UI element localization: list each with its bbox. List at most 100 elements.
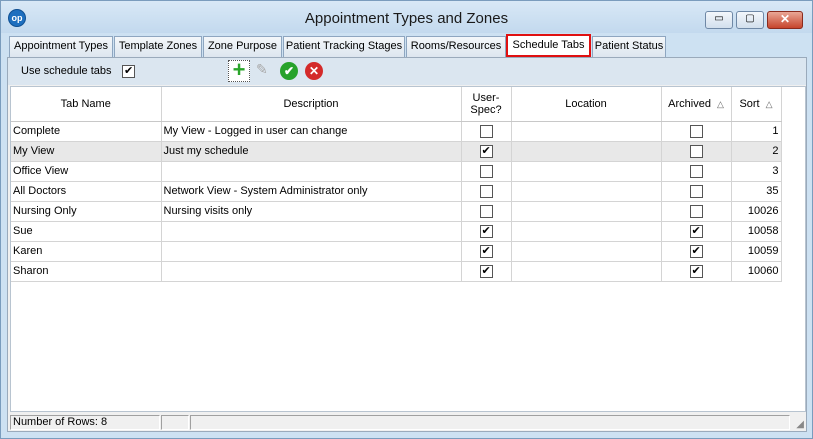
cell-tab-name[interactable]: Sue — [11, 221, 162, 242]
cell-archived[interactable] — [661, 241, 732, 262]
cell-location[interactable] — [511, 221, 662, 242]
cell-location[interactable] — [511, 161, 662, 182]
cell-sort[interactable]: 1 — [731, 121, 782, 142]
tab-patient-tracking-stages[interactable]: Patient Tracking Stages — [283, 36, 405, 57]
cell-location[interactable] — [511, 261, 662, 282]
table-row[interactable]: Sharon 10060 — [11, 261, 782, 282]
cell-user-spec[interactable] — [461, 221, 512, 242]
column-header-tab-name[interactable]: Tab Name — [11, 87, 162, 122]
archived-checkbox[interactable] — [689, 144, 703, 158]
cell-tab-name[interactable]: All Doctors — [11, 181, 162, 202]
status-bar: Number of Rows: 8 ◢ — [8, 414, 806, 431]
tab-patient-status[interactable]: Patient Status — [592, 36, 666, 57]
cell-location[interactable] — [511, 141, 662, 162]
archived-checkbox[interactable] — [689, 124, 703, 138]
archived-checkbox[interactable] — [689, 224, 703, 238]
column-header-label: Archived — [668, 97, 711, 110]
user-spec-checkbox[interactable] — [479, 184, 493, 198]
column-header-archived[interactable]: Archived △ — [661, 87, 732, 122]
column-header-user-spec[interactable]: User-Spec? — [461, 87, 512, 122]
table-row[interactable]: Sue 10058 — [11, 221, 782, 242]
column-header-description[interactable]: Description — [161, 87, 462, 122]
archived-checkbox[interactable] — [689, 244, 703, 258]
cell-tab-name[interactable]: Complete — [11, 121, 162, 142]
archived-checkbox[interactable] — [689, 184, 703, 198]
schedule-tabs-grid[interactable]: Tab Name Description User-Spec? Location… — [10, 86, 806, 412]
archived-checkbox[interactable] — [689, 204, 703, 218]
cell-user-spec[interactable] — [461, 121, 512, 142]
cell-tab-name[interactable]: Nursing Only — [11, 201, 162, 222]
column-header-location[interactable]: Location — [511, 87, 662, 122]
close-button[interactable]: ✕ — [767, 11, 803, 29]
cell-sort[interactable]: 3 — [731, 161, 782, 182]
user-spec-checkbox[interactable] — [479, 244, 493, 258]
user-spec-checkbox[interactable] — [479, 264, 493, 278]
cell-description[interactable]: Just my schedule — [161, 141, 462, 162]
edit-button[interactable]: ✎ — [253, 60, 275, 82]
table-row[interactable]: Nursing Only Nursing visits only 10026 — [11, 201, 782, 222]
table-row[interactable]: Karen 10059 — [11, 241, 782, 262]
cell-tab-name[interactable]: Karen — [11, 241, 162, 262]
cell-user-spec[interactable] — [461, 161, 512, 182]
user-spec-checkbox[interactable] — [479, 124, 493, 138]
user-spec-checkbox[interactable] — [479, 144, 493, 158]
cell-user-spec[interactable] — [461, 261, 512, 282]
add-button[interactable]: + — [228, 57, 250, 82]
title-bar[interactable]: op Appointment Types and Zones ▭ ▢ ✕ — [1, 1, 812, 33]
tab-schedule-tabs[interactable]: Schedule Tabs — [506, 34, 591, 57]
table-row[interactable]: My ViewJust my schedule 2 — [11, 141, 782, 162]
cell-archived[interactable] — [661, 161, 732, 182]
minimize-icon: ▭ — [714, 13, 724, 24]
user-spec-checkbox[interactable] — [479, 204, 493, 218]
cell-sort[interactable]: 2 — [731, 141, 782, 162]
cancel-button[interactable]: ✕ — [303, 60, 325, 82]
cell-description[interactable] — [161, 221, 462, 242]
cell-archived[interactable] — [661, 141, 732, 162]
cell-tab-name[interactable]: My View — [11, 141, 162, 162]
user-spec-checkbox[interactable] — [479, 164, 493, 178]
cell-user-spec[interactable] — [461, 241, 512, 262]
cell-sort[interactable]: 10060 — [731, 261, 782, 282]
maximize-button[interactable]: ▢ — [736, 11, 764, 29]
tab-zone-purpose[interactable]: Zone Purpose — [203, 36, 282, 57]
cell-description[interactable] — [161, 241, 462, 262]
cell-description[interactable] — [161, 161, 462, 182]
cell-description[interactable]: Network View - System Administrator only — [161, 181, 462, 202]
archived-checkbox[interactable] — [689, 264, 703, 278]
cell-sort[interactable]: 10026 — [731, 201, 782, 222]
cell-sort[interactable]: 10058 — [731, 221, 782, 242]
minimize-button[interactable]: ▭ — [705, 11, 733, 29]
table-row[interactable]: Office View 3 — [11, 161, 782, 182]
save-button[interactable]: ✔ — [278, 60, 300, 82]
cell-location[interactable] — [511, 201, 662, 222]
tab-appointment-types[interactable]: Appointment Types — [9, 36, 113, 57]
cell-user-spec[interactable] — [461, 141, 512, 162]
cell-tab-name[interactable]: Sharon — [11, 261, 162, 282]
cell-description[interactable] — [161, 261, 462, 282]
cell-sort[interactable]: 10059 — [731, 241, 782, 262]
cell-tab-name[interactable]: Office View — [11, 161, 162, 182]
cell-description[interactable]: Nursing visits only — [161, 201, 462, 222]
cell-archived[interactable] — [661, 221, 732, 242]
cell-archived[interactable] — [661, 121, 732, 142]
user-spec-checkbox[interactable] — [479, 224, 493, 238]
column-header-sort[interactable]: Sort △ — [731, 87, 782, 122]
archived-checkbox[interactable] — [689, 164, 703, 178]
cell-location[interactable] — [511, 241, 662, 262]
resize-grip-icon[interactable]: ◢ — [796, 419, 804, 430]
row-count-status: Number of Rows: 8 — [10, 415, 160, 430]
cell-location[interactable] — [511, 121, 662, 142]
cell-user-spec[interactable] — [461, 181, 512, 202]
cell-user-spec[interactable] — [461, 201, 512, 222]
cell-location[interactable] — [511, 181, 662, 202]
tab-rooms-resources[interactable]: Rooms/Resources — [406, 36, 506, 57]
table-row[interactable]: All Doctors Network View - System Adminis… — [11, 181, 782, 202]
cell-archived[interactable] — [661, 261, 732, 282]
table-row[interactable]: Complete My View - Logged in user can cha… — [11, 121, 782, 142]
tab-template-zones[interactable]: Template Zones — [114, 36, 202, 57]
cell-archived[interactable] — [661, 181, 732, 202]
cell-description[interactable]: My View - Logged in user can change — [161, 121, 462, 142]
cell-archived[interactable] — [661, 201, 732, 222]
use-schedule-tabs-checkbox[interactable] — [122, 64, 135, 78]
cell-sort[interactable]: 35 — [731, 181, 782, 202]
